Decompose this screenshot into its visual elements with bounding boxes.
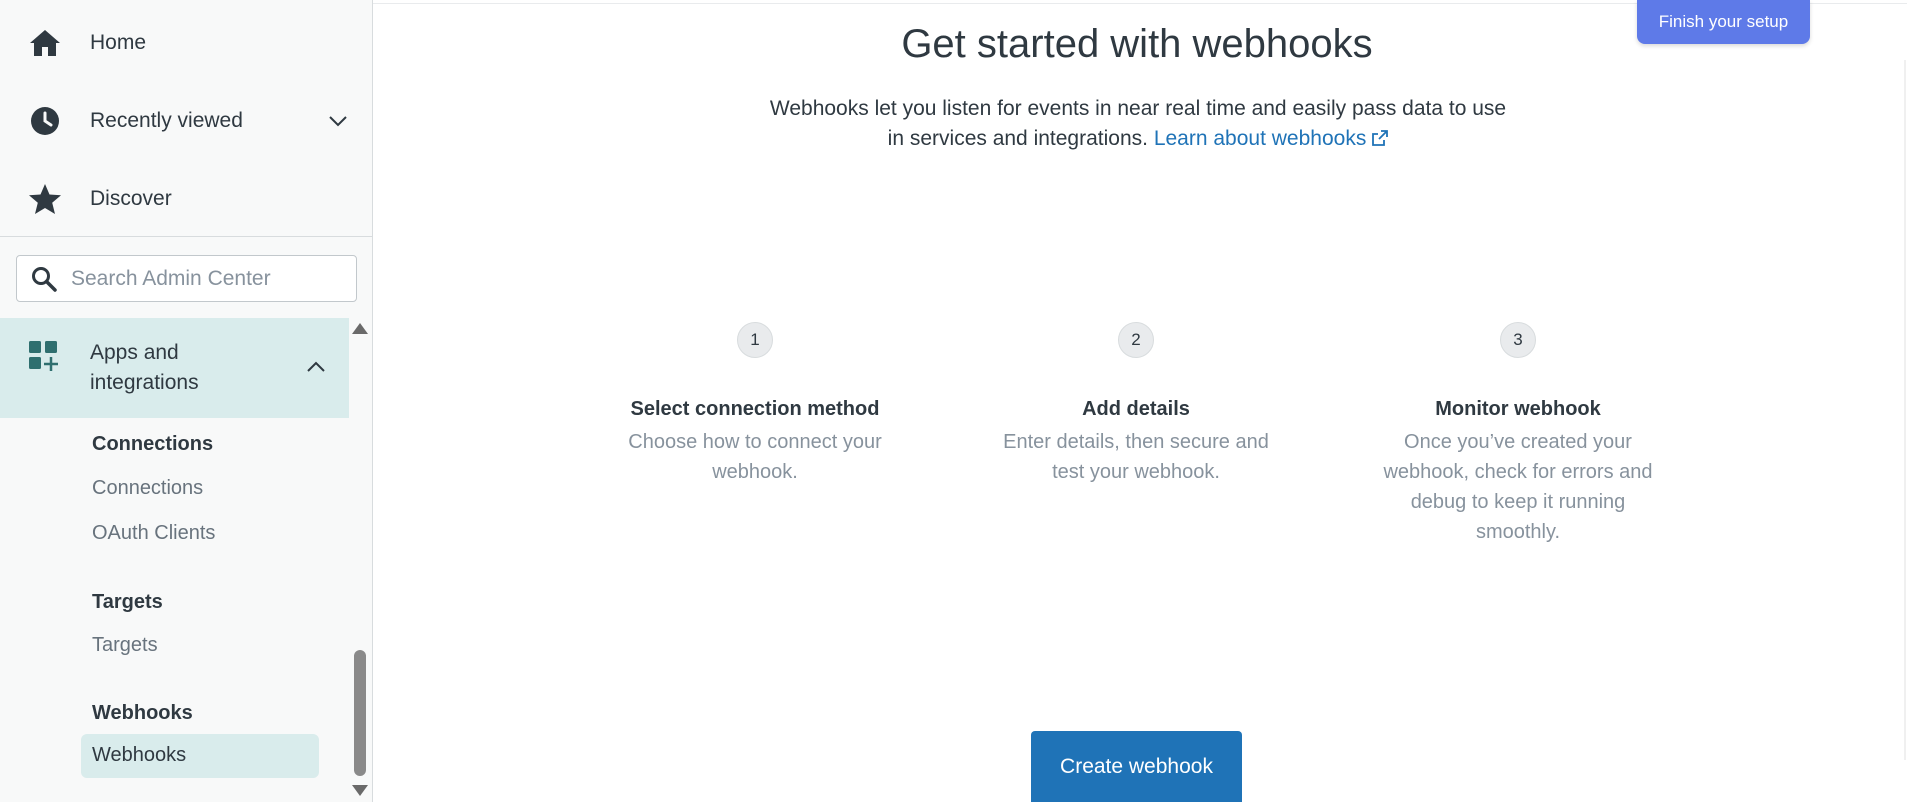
search-icon bbox=[31, 266, 57, 292]
star-icon bbox=[27, 181, 63, 217]
step-title: Select connection method bbox=[630, 398, 880, 420]
nav-discover[interactable]: Discover bbox=[0, 162, 372, 236]
step-title: Monitor webhook bbox=[1435, 398, 1601, 420]
sidebar-link-webhooks[interactable]: Webhooks bbox=[81, 734, 319, 778]
step-1: 1 Select connection method Choose how to… bbox=[605, 322, 905, 487]
scroll-up-arrow[interactable] bbox=[352, 323, 368, 334]
nav-home[interactable]: Home bbox=[0, 6, 372, 80]
sidebar-link-targets[interactable]: Targets bbox=[92, 634, 158, 657]
step-3: 3 Monitor webhook Once you’ve created yo… bbox=[1368, 322, 1668, 547]
step-title: Add details bbox=[1082, 398, 1190, 420]
intro-description: Webhooks let you listen for events in ne… bbox=[769, 97, 1507, 150]
group-title-connections: Connections bbox=[92, 433, 214, 455]
intro-text: Webhooks let you listen for events in ne… bbox=[763, 94, 1513, 154]
sidebar-link-webhooks-label: Webhooks bbox=[92, 744, 187, 766]
chevron-down-icon[interactable] bbox=[326, 109, 350, 133]
step-description: Enter details, then secure and test your… bbox=[1003, 431, 1269, 483]
nav-apps-and-integrations[interactable]: Apps and integrations bbox=[0, 318, 349, 418]
clock-icon bbox=[27, 103, 63, 139]
sidebar-scrollbar-thumb[interactable] bbox=[354, 650, 366, 776]
create-webhook-button[interactable]: Create webhook bbox=[1031, 731, 1242, 802]
external-link-icon bbox=[1372, 125, 1389, 146]
main-scrollbar-track[interactable] bbox=[1904, 60, 1906, 760]
step-number: 1 bbox=[737, 322, 773, 358]
page-title: Get started with webhooks bbox=[901, 22, 1373, 66]
home-icon bbox=[27, 25, 63, 61]
nav-discover-label: Discover bbox=[90, 187, 172, 210]
sidebar-link-oauth-clients[interactable]: OAuth Clients bbox=[92, 522, 215, 545]
step-description: Once you’ve created your webhook, check … bbox=[1383, 431, 1653, 543]
step-number: 2 bbox=[1118, 322, 1154, 358]
search-box[interactable] bbox=[16, 255, 357, 302]
sidebar-divider bbox=[0, 236, 372, 237]
step-description: Choose how to connect your webhook. bbox=[628, 431, 882, 483]
learn-link-label: Learn about webhooks bbox=[1153, 127, 1367, 150]
sidebar: Home Recently viewed Discover Search Adm… bbox=[0, 0, 373, 802]
nav-recently-viewed[interactable]: Recently viewed bbox=[0, 84, 372, 158]
nav-recently-viewed-label: Recently viewed bbox=[90, 109, 243, 132]
search-input[interactable] bbox=[71, 256, 351, 301]
step-2: 2 Add details Enter details, then secure… bbox=[986, 322, 1286, 487]
nav-apps-label: Apps and integrations bbox=[90, 341, 199, 394]
step-number: 3 bbox=[1500, 322, 1536, 358]
scroll-down-arrow[interactable] bbox=[352, 785, 368, 796]
apps-grid-icon bbox=[28, 340, 64, 376]
main-content: Finish your setup Get started with webho… bbox=[373, 0, 1907, 802]
group-title-targets: Targets bbox=[92, 591, 163, 613]
nav-home-label: Home bbox=[90, 31, 147, 54]
sidebar-link-connections[interactable]: Connections bbox=[92, 477, 203, 500]
group-title-webhooks: Webhooks bbox=[92, 702, 193, 724]
chevron-up-icon[interactable] bbox=[306, 360, 330, 384]
learn-about-webhooks-link[interactable]: Learn about webhooks bbox=[1154, 127, 1389, 150]
